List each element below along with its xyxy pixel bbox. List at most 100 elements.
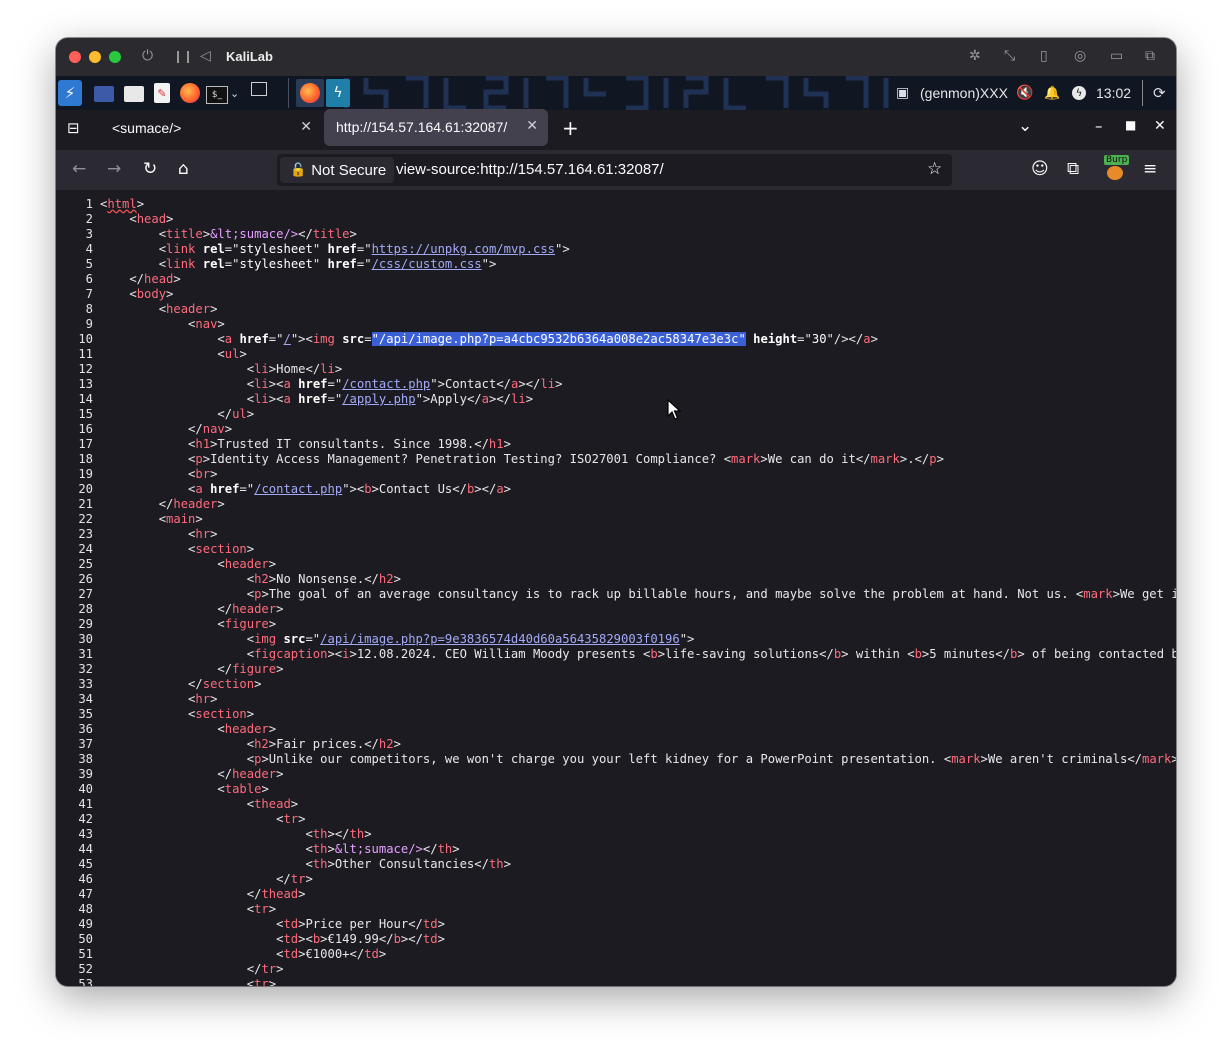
source-line: 25 <header> xyxy=(56,557,1176,572)
url-text[interactable]: view-source:http://154.57.164.61:32087/ xyxy=(396,161,664,178)
burp-icon[interactable]: ϟ xyxy=(326,79,350,107)
line-number: 34 xyxy=(78,692,93,706)
mark-text: We can do it xyxy=(767,452,856,466)
brightness-icon[interactable]: ✲ xyxy=(969,48,981,64)
line-code: <figure> xyxy=(100,617,277,631)
menu-icon[interactable]: ≡ xyxy=(1143,159,1157,179)
source-line: 10 <a href="/"><img src="/api/image.php?… xyxy=(56,332,1176,347)
close-tab-icon[interactable]: ✕ xyxy=(526,117,538,134)
line-code: <header> xyxy=(100,302,218,316)
reload-icon[interactable]: ↻ xyxy=(143,159,157,179)
line-number: 9 xyxy=(85,317,93,331)
back-button-icon[interactable]: ← xyxy=(72,159,86,179)
line-code: </section> xyxy=(100,677,262,691)
source-line: 29 <figure> xyxy=(56,617,1176,632)
folder-icon[interactable]: ▭ xyxy=(1110,48,1123,64)
url-bar[interactable]: 🔓 Not Secure view-source:http://154.57.1… xyxy=(277,154,952,186)
source-link[interactable]: /apply.php xyxy=(342,392,415,406)
line-code: </tr> xyxy=(100,872,313,886)
line-code: </ul> xyxy=(100,407,255,421)
code-text: 5 minutes xyxy=(929,647,996,661)
firefox-running-icon[interactable] xyxy=(296,79,324,107)
maximize-icon[interactable]: ■ xyxy=(1125,118,1136,132)
line-code: <th>&lt;sumace/></th> xyxy=(100,842,460,856)
extensions-icon[interactable]: ⧉ xyxy=(1067,159,1079,179)
html-tag: html xyxy=(107,197,137,211)
resize-icon[interactable]: ⤡ xyxy=(1004,48,1015,64)
window-icon[interactable]: ⧉ xyxy=(1145,48,1155,64)
forward-button-icon[interactable]: → xyxy=(107,159,121,179)
code-text: within xyxy=(848,647,908,661)
dropdown-icon[interactable]: ⌄ xyxy=(230,83,239,103)
back-icon[interactable]: ◁ xyxy=(200,48,211,64)
desktop-panel: ⚡ ✎ $_ ⌄ ϟ ▣ (genmon)XXX 🔇 🔔 ϟ 13:02 ⟳ xyxy=(56,76,1176,110)
close-tab-icon[interactable]: ✕ xyxy=(300,118,312,135)
home-icon[interactable]: ⌂ xyxy=(178,159,189,179)
line-number: 48 xyxy=(78,902,93,916)
source-line: 1 <html> xyxy=(56,197,1176,212)
workspace-icon[interactable] xyxy=(251,82,267,96)
zoom-window-button[interactable] xyxy=(109,51,121,63)
power-icon[interactable]: ⏻ xyxy=(142,48,153,64)
power-manager-icon[interactable]: ϟ xyxy=(1072,86,1086,100)
tab-active-source[interactable]: http://154.57.164.61:32087/ ✕ xyxy=(324,109,548,146)
clock[interactable]: 13:02 xyxy=(1096,85,1131,101)
network-icon[interactable]: ◎ xyxy=(1074,48,1086,64)
firefox-view-icon[interactable]: ⊟ xyxy=(67,119,80,137)
line-number: 29 xyxy=(78,617,93,631)
code-text: life-saving solutions xyxy=(665,647,820,661)
source-line: 14 <li><a href="/apply.php">Apply</a></l… xyxy=(56,392,1176,407)
file-manager-icon[interactable] xyxy=(124,86,144,102)
source-link[interactable]: /css/custom.css xyxy=(372,257,482,271)
tab-title: <sumace/> xyxy=(112,120,182,136)
close-icon[interactable]: ✕ xyxy=(1154,118,1166,134)
usb-icon[interactable]: ▯ xyxy=(1040,48,1048,64)
minimize-icon[interactable]: – xyxy=(1095,117,1103,135)
source-link[interactable]: /api/image.php?p=9e3836574d40d60a5643582… xyxy=(320,632,680,646)
site-info-button[interactable]: 🔓 Not Secure xyxy=(280,157,395,183)
line-number: 12 xyxy=(78,362,93,376)
monitor-icon[interactable]: ▣ xyxy=(896,83,909,103)
bookmark-star-icon[interactable]: ☆ xyxy=(927,159,942,179)
line-code: <td><b>€149.99</b></td> xyxy=(100,932,445,946)
account-icon[interactable]: ☺ xyxy=(1031,159,1049,179)
line-number: 44 xyxy=(78,842,93,856)
source-link[interactable]: https://unpkg.com/mvp.css xyxy=(372,242,555,256)
mute-icon[interactable]: 🔇 xyxy=(1016,83,1033,103)
firefox-icon[interactable] xyxy=(180,83,200,103)
line-number: 5 xyxy=(85,257,93,271)
genmon-label[interactable]: (genmon)XXX xyxy=(920,85,1008,101)
terminal-icon[interactable]: $_ xyxy=(206,86,228,104)
line-code: <th>Other Consultancies</th> xyxy=(100,857,511,871)
panel-separator xyxy=(288,78,289,108)
close-window-button[interactable] xyxy=(69,51,81,63)
tab-sumace[interactable]: <sumace/> ✕ xyxy=(100,110,322,147)
source-line: 39 </header> xyxy=(56,767,1176,782)
line-number: 25 xyxy=(78,557,93,571)
vm-window: ⏻ ❙❙ ◁ KaliLab ✲ ⤡ ▯ ◎ ▭ ⧉ ⚡ ✎ $_ ⌄ ϟ ▣ … xyxy=(56,38,1176,986)
pause-icon[interactable]: ❙❙ xyxy=(173,49,193,63)
kali-menu-icon[interactable]: ⚡ xyxy=(58,80,82,106)
line-code: <main> xyxy=(100,512,203,526)
desktop-icon[interactable] xyxy=(94,86,114,102)
line-number: 23 xyxy=(78,527,93,541)
source-line: 3 <title>&lt;sumace/></title> xyxy=(56,227,1176,242)
line-number: 7 xyxy=(85,287,93,301)
code-text: of being contacted by xyxy=(1024,647,1176,661)
line-code: </thead> xyxy=(100,887,306,901)
new-tab-button[interactable]: + xyxy=(562,116,579,140)
source-link[interactable]: / xyxy=(283,332,290,346)
text-editor-icon[interactable]: ✎ xyxy=(154,83,170,103)
th-text: Other Consultancies xyxy=(334,857,475,871)
source-link[interactable]: /contact.php xyxy=(254,482,342,496)
list-all-tabs-icon[interactable]: ⌄ xyxy=(1018,116,1032,136)
selected-image-src[interactable]: "/api/image.php?p=a4cbc9532b6364a008e2ac… xyxy=(371,332,746,346)
refresh-session-icon[interactable]: ⟳ xyxy=(1153,83,1166,103)
minimize-window-button[interactable] xyxy=(89,51,101,63)
notification-icon[interactable]: 🔔 xyxy=(1044,83,1060,103)
source-line: 48 <tr> xyxy=(56,902,1176,917)
line-number: 51 xyxy=(78,947,93,961)
burp-extension-icon[interactable]: Burp xyxy=(1104,155,1130,181)
p-text: The goal of an average consultancy is to… xyxy=(268,587,1076,601)
source-link[interactable]: /contact.php xyxy=(342,377,430,391)
